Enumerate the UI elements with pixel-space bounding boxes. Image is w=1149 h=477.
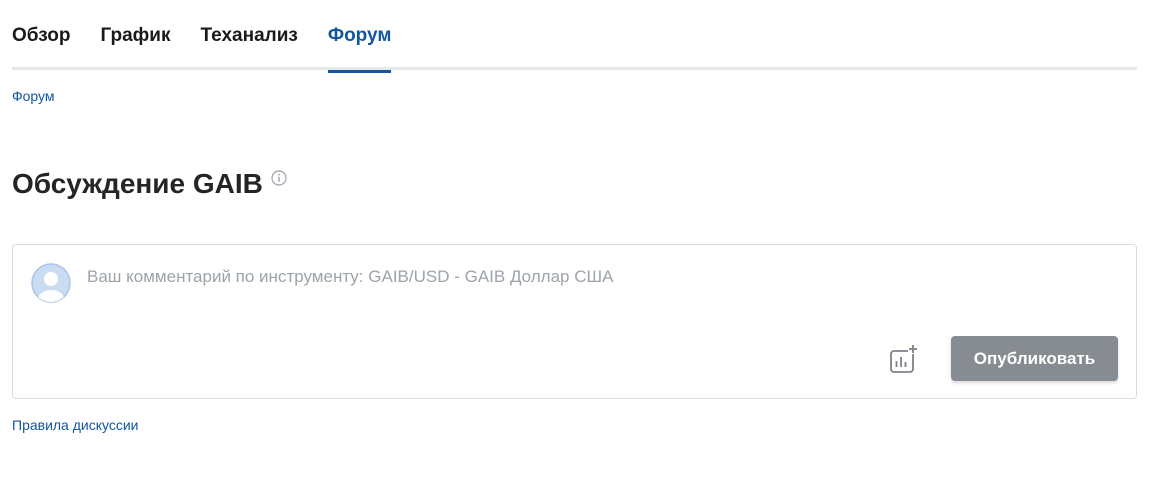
breadcrumb-forum-link[interactable]: Форум (12, 88, 55, 104)
user-avatar-icon (31, 263, 71, 303)
comment-box: Опубликовать (12, 244, 1137, 399)
tab-bar: Обзор График Теханализ Форум (12, 0, 1137, 73)
tab-overview[interactable]: Обзор (12, 0, 70, 70)
title-row: Обсуждение GAIB (12, 166, 287, 202)
tab-technical-analysis[interactable]: Теханализ (201, 0, 298, 70)
tab-chart[interactable]: График (100, 0, 170, 70)
info-icon[interactable] (271, 170, 287, 186)
tab-forum[interactable]: Форум (327, 0, 391, 73)
discussion-rules-link[interactable]: Правила дискуссии (12, 417, 139, 433)
publish-button[interactable]: Опубликовать (951, 336, 1118, 381)
page-title: Обсуждение GAIB (12, 168, 263, 199)
chart-add-icon[interactable] (889, 343, 919, 375)
comment-input[interactable] (87, 265, 1087, 289)
